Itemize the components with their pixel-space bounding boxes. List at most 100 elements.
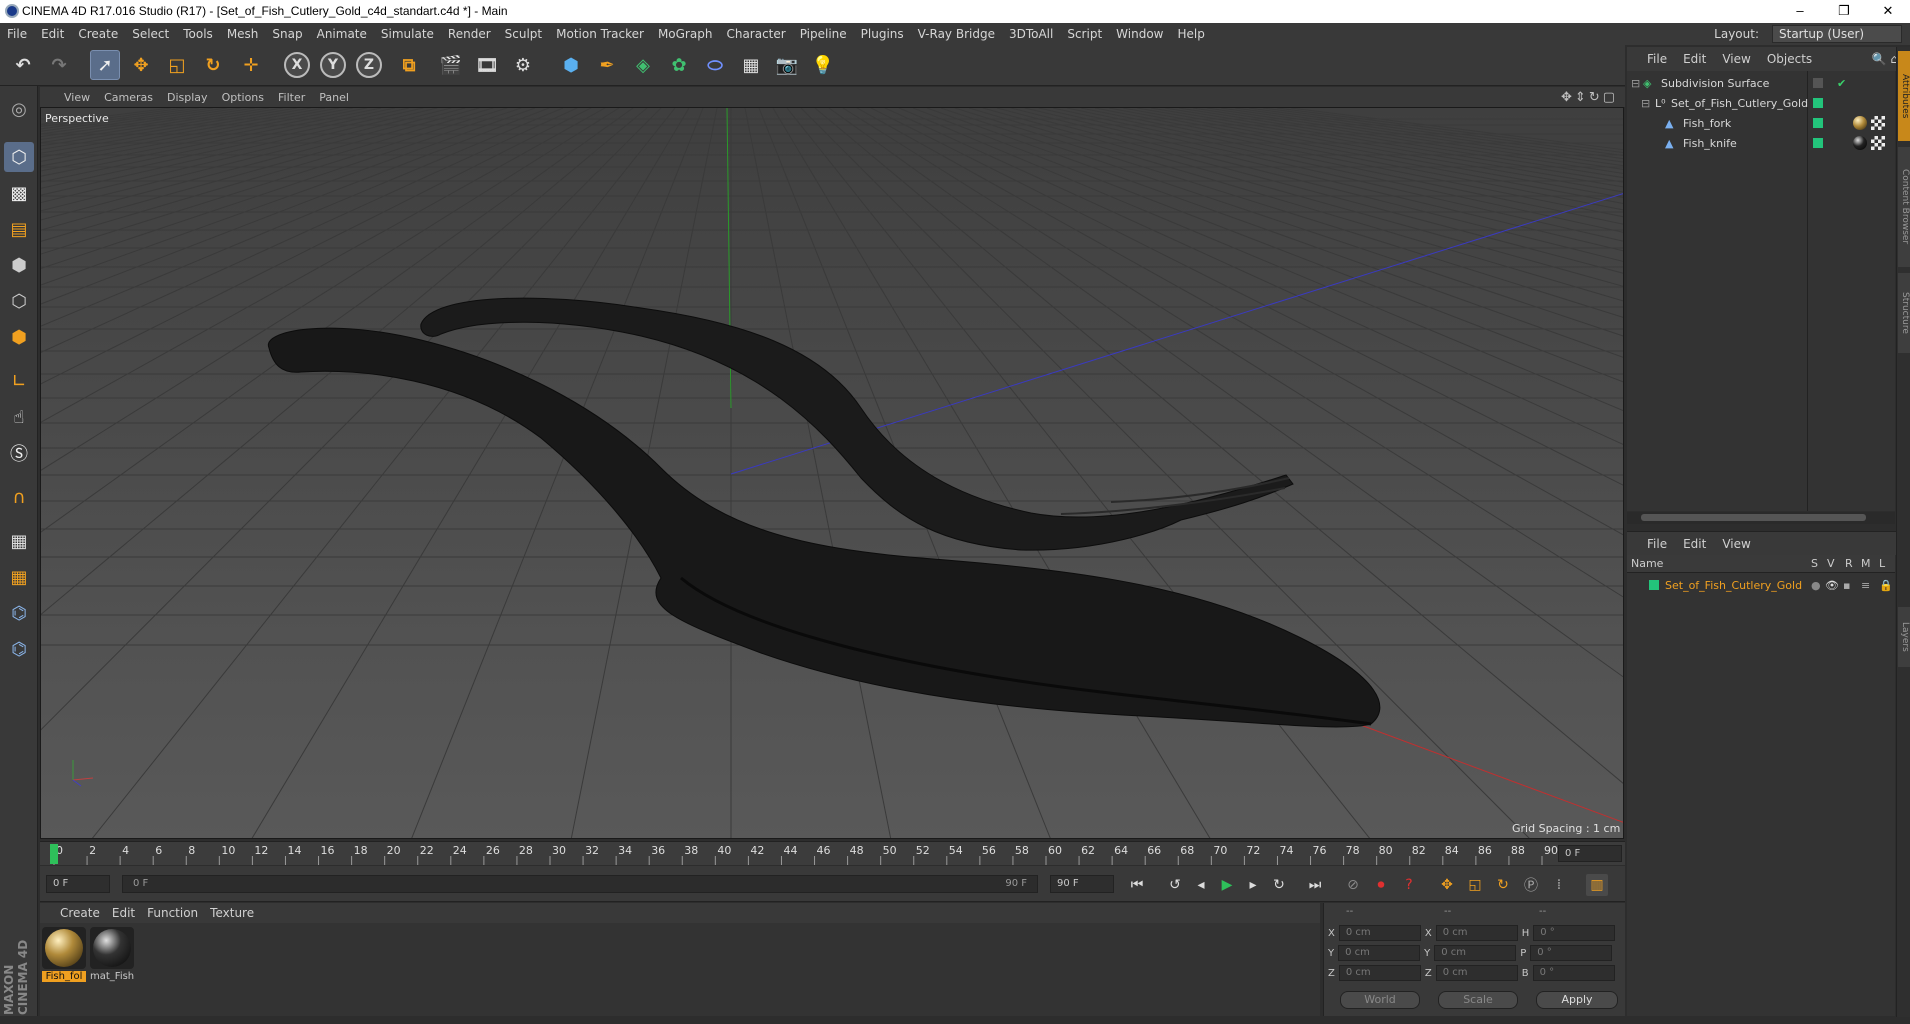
viewport-menu-display[interactable]: Display	[160, 91, 215, 104]
object-manager-scrollbar[interactable]	[1627, 512, 1895, 524]
axis-y-button[interactable]: Y	[320, 52, 346, 78]
layer-color-swatch[interactable]	[1813, 138, 1823, 148]
start-frame-field[interactable]: 0 F	[46, 875, 110, 893]
menu-character[interactable]: Character	[719, 27, 792, 41]
coord-field[interactable]: 0 cm	[1338, 945, 1421, 961]
step-forward-icon[interactable]: ▸	[1242, 874, 1264, 896]
python-script-icon[interactable]: ⌬	[4, 598, 34, 628]
menu-edit[interactable]: Edit	[34, 27, 71, 41]
minimize-button[interactable]: –	[1778, 1, 1822, 21]
coord-field[interactable]: 0 cm	[1338, 925, 1421, 941]
deformer-icon[interactable]: ⬭	[700, 50, 730, 80]
texture-tag-icon[interactable]	[1871, 136, 1885, 150]
key-rotation-icon[interactable]: ↻	[1492, 874, 1514, 896]
coord-field[interactable]: 0 cm	[1434, 945, 1517, 961]
select-cursor-icon[interactable]: ➚	[90, 50, 120, 80]
move-tool-icon[interactable]: ✥	[126, 50, 156, 80]
menu-plugins[interactable]: Plugins	[854, 27, 911, 41]
recent-tool-icon[interactable]: ✛	[236, 50, 266, 80]
material-menu-texture[interactable]: Texture	[204, 906, 260, 920]
floor-grid-icon[interactable]: ▦	[736, 50, 766, 80]
key-scale-icon[interactable]: ◱	[1464, 874, 1486, 896]
menu-tools[interactable]: Tools	[176, 27, 220, 41]
menu-help[interactable]: Help	[1170, 27, 1211, 41]
object-menu-objects[interactable]: Objects	[1759, 52, 1820, 66]
snap-magnet-icon[interactable]: ∩	[4, 482, 34, 512]
scrollbar-thumb[interactable]	[1641, 514, 1866, 521]
layer-menu-file[interactable]: File	[1627, 537, 1675, 551]
spline-pen-icon[interactable]: ✒	[592, 50, 622, 80]
tab-content-browser[interactable]: Content Browser	[1898, 147, 1910, 267]
layer-solo-icon[interactable]: ●	[1811, 579, 1821, 592]
world-dropdown[interactable]: World	[1340, 991, 1420, 1009]
loop-icon[interactable]: ↻	[1268, 874, 1290, 896]
end-frame-field[interactable]: 90 F	[1050, 875, 1114, 893]
render-picture-viewer-icon[interactable]: 🎞	[472, 50, 502, 80]
menu-select[interactable]: Select	[125, 27, 176, 41]
workplane-snap-icon[interactable]: ▦	[4, 562, 34, 592]
menu-snap[interactable]: Snap	[265, 27, 309, 41]
undo-icon[interactable]: ↶	[8, 50, 38, 80]
menu-motion-tracker[interactable]: Motion Tracker	[549, 27, 651, 41]
playhead-marker[interactable]	[50, 844, 58, 864]
scale-dropdown[interactable]: Scale	[1438, 991, 1518, 1009]
coord-field[interactable]: 0 cm	[1435, 965, 1518, 981]
layer-lock-icon[interactable]: 🔒	[1879, 579, 1893, 592]
texture-mode-icon[interactable]: ▩	[4, 178, 34, 208]
collapse-icon[interactable]: ⊟	[1641, 97, 1650, 110]
polygons-mode-icon[interactable]: ⬢	[4, 322, 34, 352]
collapse-icon[interactable]: ⊟	[1631, 77, 1640, 90]
workplane-mode-icon[interactable]: ▤	[4, 214, 34, 244]
go-to-start-icon[interactable]: ⏮	[1126, 874, 1148, 896]
menu-mograph[interactable]: MoGraph	[651, 27, 720, 41]
viewport-menu-options[interactable]: Options	[215, 91, 271, 104]
axis-x-button[interactable]: X	[284, 52, 310, 78]
menu-window[interactable]: Window	[1109, 27, 1170, 41]
layer-manager-icon[interactable]: ≡	[1861, 579, 1870, 592]
coord-field[interactable]: 0 °	[1530, 945, 1613, 961]
menu-vray-bridge[interactable]: V-Ray Bridge	[911, 27, 1002, 41]
python-script-2-icon[interactable]: ⌬	[4, 634, 34, 664]
record-keys-icon[interactable]: ⊘	[1342, 874, 1364, 896]
coord-field[interactable]: 0 °	[1533, 925, 1616, 941]
tweak-mode-icon[interactable]: ☝	[4, 402, 34, 432]
viewport-navigation-icons[interactable]: ✥⇕↻▢	[1554, 90, 1625, 105]
coord-field[interactable]: 0 cm	[1338, 965, 1421, 981]
keyframe-selection-icon[interactable]: ?	[1398, 874, 1420, 896]
render-settings-icon[interactable]: ⚙	[508, 50, 538, 80]
menu-simulate[interactable]: Simulate	[374, 27, 441, 41]
render-view-icon[interactable]: 🎬	[436, 50, 466, 80]
menu-sculpt[interactable]: Sculpt	[498, 27, 549, 41]
layer-row[interactable]: Set_of_Fish_Cutlery_Gold ● 👁 ▪ ≡ 🔒	[1627, 575, 1895, 595]
tab-structure[interactable]: Structure	[1898, 273, 1910, 353]
viewport-menu-panel[interactable]: Panel	[312, 91, 356, 104]
coord-field[interactable]: 0 °	[1532, 965, 1615, 981]
cloner-icon[interactable]: ✿	[664, 50, 694, 80]
axis-z-button[interactable]: Z	[356, 52, 382, 78]
menu-3dtoall[interactable]: 3DToAll	[1002, 27, 1060, 41]
points-mode-icon[interactable]: ⬢	[4, 250, 34, 280]
axis-mode-icon[interactable]: ∟	[4, 366, 34, 396]
material-tag-icon[interactable]	[1853, 136, 1867, 150]
object-row[interactable]: ▲ Fish_knife	[1627, 133, 1895, 153]
camera-icon[interactable]: 📷	[772, 50, 802, 80]
play-forward-icon[interactable]: ▶	[1216, 874, 1238, 896]
maximize-button[interactable]: ❐	[1822, 1, 1866, 21]
material-menu-function[interactable]: Function	[141, 906, 204, 920]
material-swatch[interactable]: Fish_fol	[42, 927, 86, 982]
layout-dropdown[interactable]: Startup (User)	[1772, 25, 1902, 43]
key-parameter-icon[interactable]: Ⓟ	[1520, 874, 1542, 896]
close-button[interactable]: ✕	[1866, 1, 1910, 21]
layer-color-swatch[interactable]	[1649, 580, 1659, 590]
redo-icon[interactable]: ↷	[44, 50, 74, 80]
viewport-menu-cameras[interactable]: Cameras	[97, 91, 160, 104]
enabled-check-icon[interactable]: ✔	[1837, 77, 1846, 90]
tab-attributes[interactable]: Attributes	[1898, 51, 1910, 141]
coord-field[interactable]: 0 cm	[1435, 925, 1518, 941]
solo-mode-icon[interactable]: Ⓢ	[4, 438, 34, 468]
layer-render-icon[interactable]: ▪	[1843, 579, 1850, 592]
material-menu-create[interactable]: Create	[40, 906, 106, 920]
cube-primitive-icon[interactable]: ⬢	[556, 50, 586, 80]
autokey-icon[interactable]: ⏺	[1370, 874, 1392, 896]
menu-pipeline[interactable]: Pipeline	[793, 27, 854, 41]
